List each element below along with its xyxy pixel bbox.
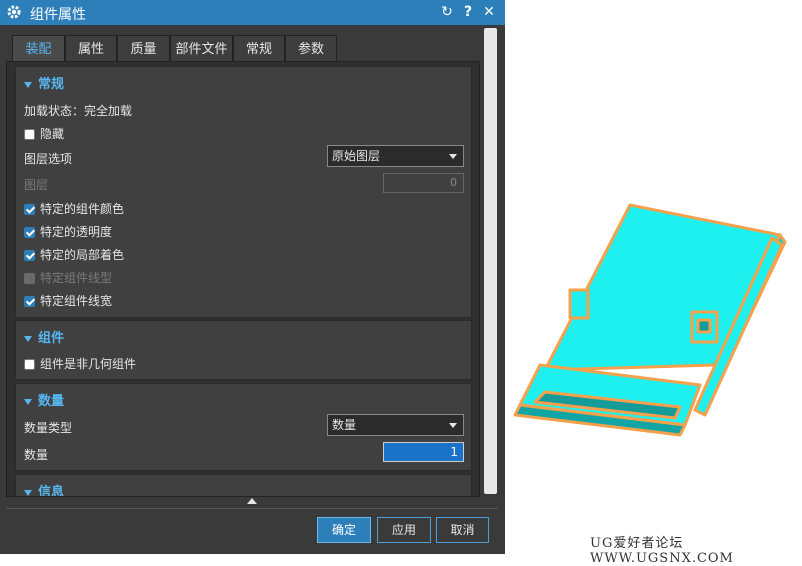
check-label: 特定的局部着色 <box>40 248 125 262</box>
non-geometric-label: 组件是非几何组件 <box>40 357 137 371</box>
tab-assembly[interactable]: 装配 <box>12 35 65 62</box>
check-row[interactable]: 特定的组件颜色 <box>24 200 124 217</box>
gear-icon <box>7 5 21 19</box>
layer-option-label: 图层选项 <box>24 152 73 166</box>
quantity-type-select[interactable]: 数量 <box>327 414 464 436</box>
layer-option-select[interactable]: 原始图层 <box>327 145 464 167</box>
specific-linetype-checkbox <box>24 273 35 284</box>
hide-checkbox[interactable] <box>24 129 35 140</box>
scrollbar[interactable] <box>483 28 498 494</box>
section-title: 信息 <box>38 485 65 497</box>
section-general: 常规 加载状态：完全加载 隐藏 图层选项 原始图层 图层 0 特定的组件颜色 特… <box>15 66 472 318</box>
check-row[interactable]: 特定的局部着色 <box>24 246 124 263</box>
tab-parameters[interactable]: 参数 <box>285 35 337 62</box>
watermark: UG爱好者论坛 WWW.UGSNX.COM <box>590 536 734 566</box>
close-icon[interactable]: ✕ <box>481 3 497 21</box>
select-value: 数量 <box>332 418 357 432</box>
hide-label: 隐藏 <box>40 127 65 141</box>
component-properties-dialog: 组件属性 ↻ ? ✕ 装配 属性 质量 部件文件 常规 参数 常规 加载状态：完… <box>0 0 505 554</box>
section-header-info[interactable]: 信息 <box>24 481 65 497</box>
check-label: 特定组件线型 <box>40 271 113 285</box>
tab-general[interactable]: 常规 <box>233 35 285 62</box>
specific-linewidth-checkbox[interactable] <box>24 296 35 307</box>
title-bar: 组件属性 ↻ ? ✕ <box>0 0 505 25</box>
divider <box>6 508 498 509</box>
section-title: 常规 <box>38 77 65 92</box>
specific-transparency-checkbox[interactable] <box>24 227 35 238</box>
quantity-count-input[interactable]: 1 <box>383 442 464 462</box>
hide-option[interactable]: 隐藏 <box>24 125 64 142</box>
quantity-type-label: 数量类型 <box>24 421 73 435</box>
help-icon[interactable]: ? <box>460 3 476 21</box>
quantity-count-label: 数量 <box>24 448 49 462</box>
model-block-hole <box>696 318 712 334</box>
collapse-triangle-icon <box>24 489 32 496</box>
expand-up-icon[interactable] <box>247 498 257 504</box>
tab-content: 常规 加载状态：完全加载 隐藏 图层选项 原始图层 图层 0 特定的组件颜色 特… <box>6 61 480 497</box>
section-title: 数量 <box>38 394 65 409</box>
dropdown-arrow-icon <box>449 423 457 428</box>
check-row[interactable]: 特定的透明度 <box>24 223 112 240</box>
collapse-triangle-icon <box>24 335 32 342</box>
collapse-triangle-icon <box>24 398 32 405</box>
check-row: 特定组件线型 <box>24 269 112 286</box>
dialog-title: 组件属性 <box>30 7 86 23</box>
tab-part-file[interactable]: 部件文件 <box>170 35 233 62</box>
section-header-general[interactable]: 常规 <box>24 73 64 92</box>
ok-button[interactable]: 确定 <box>317 517 371 543</box>
layer-value: 0 <box>450 176 457 189</box>
specific-shading-checkbox[interactable] <box>24 250 35 261</box>
non-geometric-option[interactable]: 组件是非几何组件 <box>24 355 136 372</box>
check-label: 特定的透明度 <box>40 225 113 239</box>
collapse-triangle-icon <box>24 81 32 88</box>
check-row[interactable]: 特定组件线宽 <box>24 292 112 309</box>
layer-field: 0 <box>383 173 464 193</box>
cancel-button[interactable]: 取消 <box>436 517 489 543</box>
section-header-quantity[interactable]: 数量 <box>24 390 64 409</box>
section-title: 组件 <box>38 331 65 346</box>
model-block <box>568 288 590 320</box>
section-info: 信息 <box>15 474 472 497</box>
check-label: 特定的组件颜色 <box>40 202 125 216</box>
tab-mass[interactable]: 质量 <box>117 35 170 62</box>
select-value: 原始图层 <box>332 149 381 163</box>
model-viewport[interactable] <box>500 170 800 470</box>
apply-button[interactable]: 应用 <box>377 517 431 543</box>
specific-color-checkbox[interactable] <box>24 204 35 215</box>
model-plate <box>543 203 782 372</box>
section-header-component[interactable]: 组件 <box>24 327 64 346</box>
check-label: 特定组件线宽 <box>40 294 113 308</box>
load-status: 加载状态：完全加载 <box>24 104 133 118</box>
section-component: 组件 组件是非几何组件 <box>15 320 472 380</box>
tab-attributes[interactable]: 属性 <box>65 35 117 62</box>
section-quantity: 数量 数量类型 数量 数量 1 <box>15 383 472 471</box>
non-geometric-checkbox[interactable] <box>24 359 35 370</box>
layer-label: 图层 <box>24 178 49 192</box>
dropdown-arrow-icon <box>449 154 457 159</box>
scroll-thumb[interactable] <box>484 28 497 494</box>
reset-icon[interactable]: ↻ <box>439 3 455 21</box>
